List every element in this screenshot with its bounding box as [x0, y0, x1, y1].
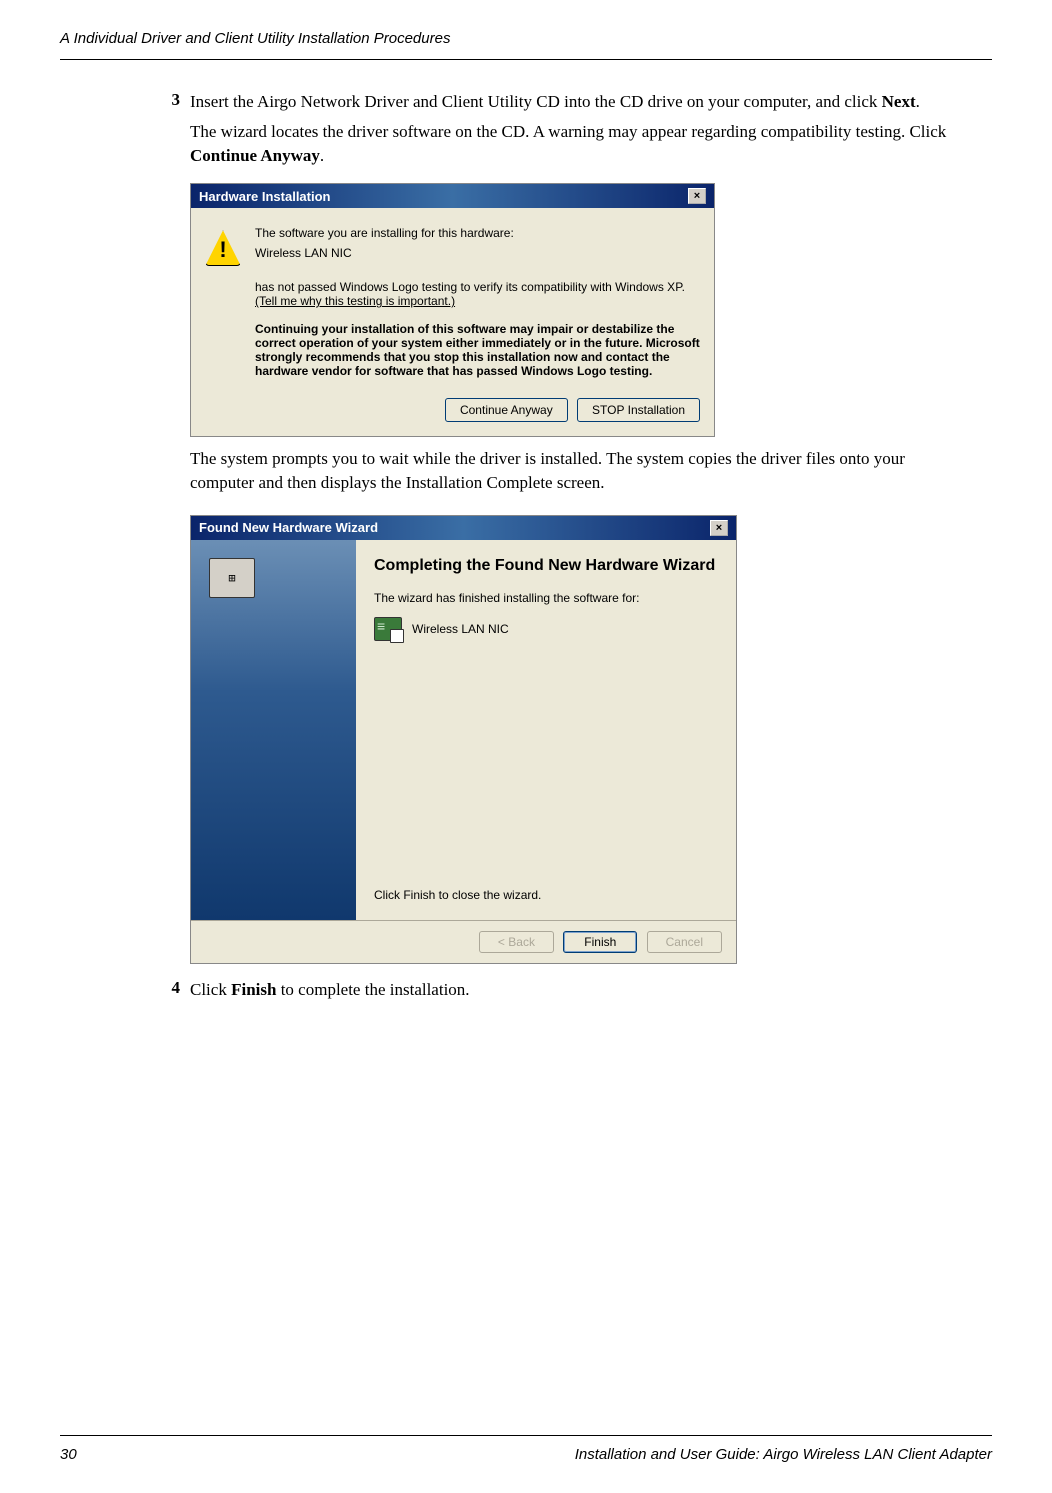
cancel-button: Cancel — [647, 931, 722, 953]
close-icon[interactable]: × — [688, 188, 706, 204]
page-footer: 30 Installation and User Guide: Airgo Wi… — [60, 1435, 992, 1463]
dialog1-title: Hardware Installation — [199, 189, 330, 204]
network-card-icon — [374, 617, 402, 641]
wizard-main: Completing the Found New Hardware Wizard… — [356, 540, 736, 920]
step-4: 4 Click Finish to complete the installat… — [160, 978, 972, 1002]
wizard-device-name: Wireless LAN NIC — [412, 622, 509, 636]
dialog1-testing-link[interactable]: (Tell me why this testing is important.) — [255, 294, 455, 308]
step3-para-2: . — [320, 146, 324, 165]
dialog1-line2a: has not passed Windows Logo testing to v… — [255, 280, 685, 294]
dialog2-title: Found New Hardware Wizard — [199, 520, 378, 535]
wizard-device-row: Wireless LAN NIC — [374, 617, 718, 641]
step-text: Insert the Airgo Network Driver and Clie… — [190, 90, 972, 177]
stop-installation-button[interactable]: STOP Installation — [577, 398, 700, 422]
dialog1-bold-warning: Continuing your installation of this sof… — [255, 322, 700, 378]
step3-text-2: . — [916, 92, 920, 111]
wizard-side-icon: ⊞ — [209, 558, 255, 598]
dialog1-body: The software you are installing for this… — [191, 208, 714, 398]
found-new-hardware-wizard-dialog: Found New Hardware Wizard × ⊞ Completing… — [190, 515, 737, 964]
close-icon[interactable]: × — [710, 520, 728, 536]
step-text: Click Finish to complete the installatio… — [190, 978, 972, 1002]
dialog2-body: ⊞ Completing the Found New Hardware Wiza… — [191, 540, 736, 920]
finish-button[interactable]: Finish — [563, 931, 637, 953]
page-content: 3 Insert the Airgo Network Driver and Cl… — [60, 90, 992, 1002]
wizard-side-graphic: ⊞ — [191, 540, 356, 920]
between-paragraph: The system prompts you to wait while the… — [190, 447, 972, 495]
step3-text-1: Insert the Airgo Network Driver and Clie… — [190, 92, 882, 111]
back-button: < Back — [479, 931, 554, 953]
continue-anyway-button[interactable]: Continue Anyway — [445, 398, 568, 422]
dialog1-titlebar: Hardware Installation × — [191, 184, 714, 208]
step4-bold-1: Finish — [231, 980, 276, 999]
wizard-finish-text: Click Finish to close the wizard. — [374, 888, 541, 902]
dialog1-line2: has not passed Windows Logo testing to v… — [255, 280, 700, 308]
page-header: A Individual Driver and Client Utility I… — [60, 30, 992, 60]
dialog2-titlebar: Found New Hardware Wizard × — [191, 516, 736, 540]
step3-para-bold: Continue Anyway — [190, 146, 320, 165]
hardware-installation-dialog: Hardware Installation × The software you… — [190, 183, 715, 437]
step3-bold-1: Next — [882, 92, 916, 111]
step4-text-2: to complete the installation. — [276, 980, 469, 999]
dialog1-line1: The software you are installing for this… — [255, 226, 700, 240]
dialog1-text: The software you are installing for this… — [255, 226, 700, 384]
dialog1-device: Wireless LAN NIC — [255, 246, 700, 260]
footer-right: Installation and User Guide: Airgo Wirel… — [575, 1446, 992, 1463]
warning-icon — [205, 230, 241, 266]
step-3: 3 Insert the Airgo Network Driver and Cl… — [160, 90, 972, 177]
dialog2-buttons: < Back Finish Cancel — [191, 920, 736, 963]
step3-para: The wizard locates the driver software o… — [190, 120, 972, 168]
header-left: A Individual Driver and Client Utility I… — [60, 30, 450, 47]
wizard-heading: Completing the Found New Hardware Wizard — [374, 556, 718, 577]
dialog1-buttons: Continue Anyway STOP Installation — [191, 398, 714, 436]
step-number: 4 — [160, 978, 180, 1002]
step3-para-1: The wizard locates the driver software o… — [190, 122, 946, 141]
wizard-line1: The wizard has finished installing the s… — [374, 591, 718, 605]
step-number: 3 — [160, 90, 180, 177]
page-number: 30 — [60, 1446, 77, 1463]
step4-text-1: Click — [190, 980, 231, 999]
